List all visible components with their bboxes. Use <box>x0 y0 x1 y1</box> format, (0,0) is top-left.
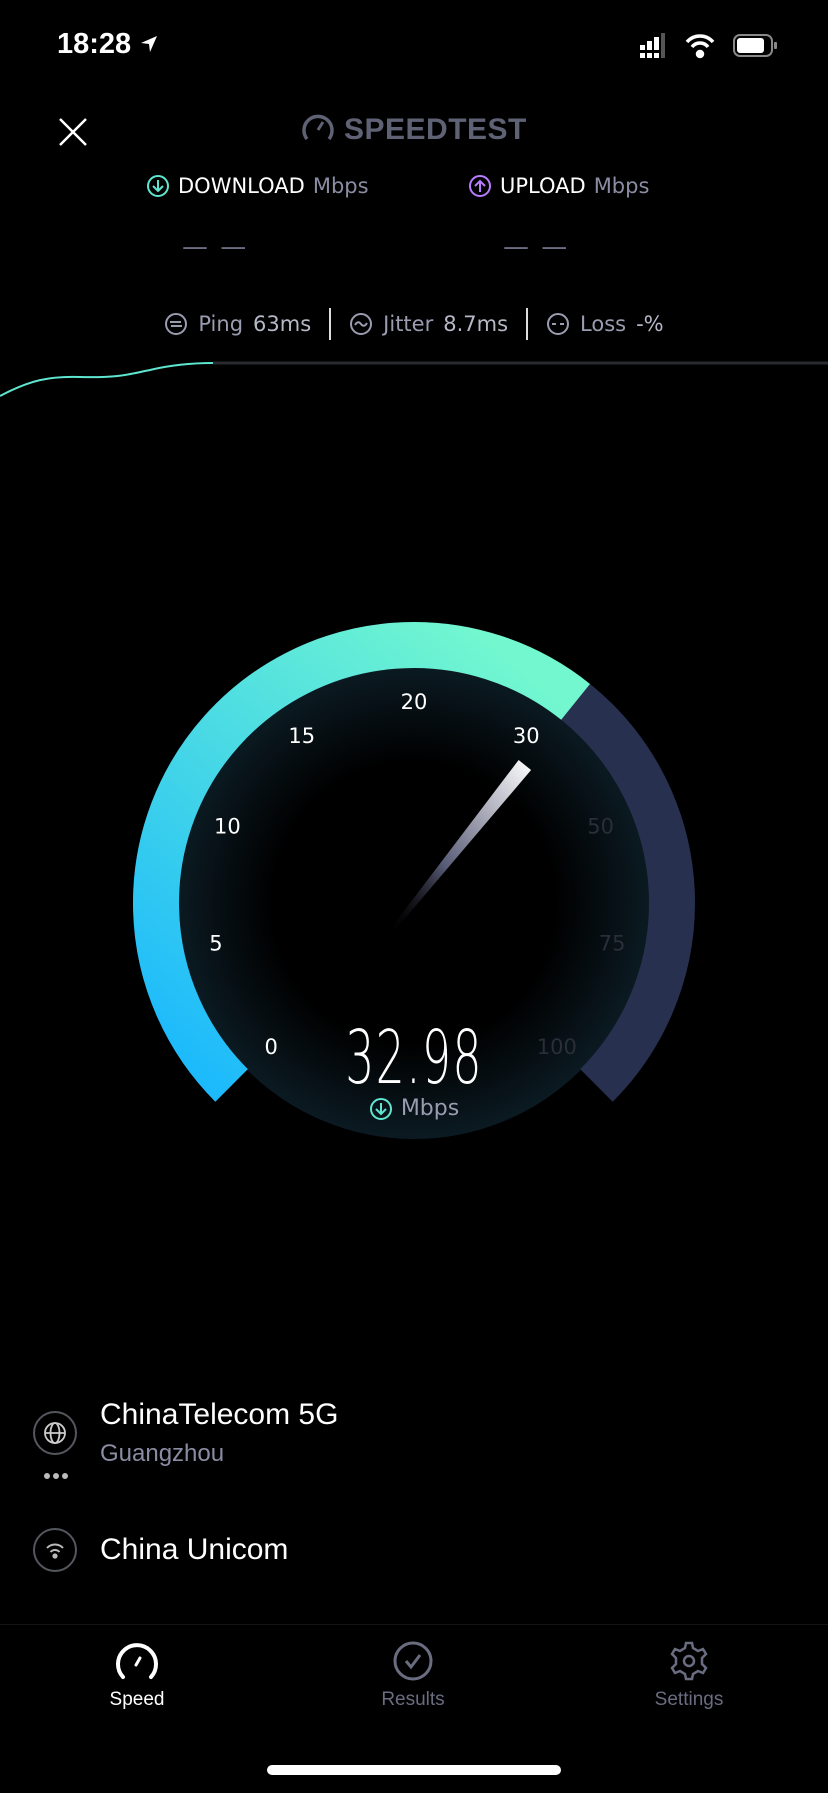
tab-settings[interactable]: Settings <box>609 1641 769 1711</box>
gauge-tick-label: 50 <box>587 815 614 839</box>
gauge-tick-label: 15 <box>288 724 315 748</box>
server-isp[interactable]: ChinaTelecom 5G <box>100 1398 338 1432</box>
speed-unit-text: Mbps <box>400 1096 460 1121</box>
more-icon[interactable] <box>43 1472 69 1480</box>
server-location[interactable]: Guangzhou <box>100 1440 224 1468</box>
tab-results-label: Results <box>381 1689 445 1710</box>
speedometer-icon <box>116 1643 158 1679</box>
speed-value: 32.98 <box>345 1015 483 1101</box>
server-button[interactable] <box>33 1411 77 1455</box>
tab-results[interactable]: Results <box>333 1641 493 1711</box>
globe-icon <box>44 1422 66 1444</box>
check-circle-icon <box>393 1641 433 1681</box>
download-icon <box>369 1097 392 1120</box>
gauge-tick-label: 75 <box>599 931 626 955</box>
gear-icon <box>670 1641 708 1681</box>
tab-speed[interactable]: Speed <box>57 1641 217 1711</box>
speed-unit: Mbps <box>0 1096 828 1121</box>
gauge-tick-label: 30 <box>513 724 540 748</box>
connection-icon-button <box>33 1528 77 1572</box>
gauge-tick-label: 20 <box>401 690 428 714</box>
gauge-tick-label: 5 <box>209 931 222 955</box>
wifi-icon <box>46 1543 64 1559</box>
tab-settings-label: Settings <box>654 1689 724 1710</box>
connection-provider: China Unicom <box>100 1533 289 1566</box>
tab-speed-label: Speed <box>109 1689 165 1710</box>
gauge-tick-label: 10 <box>214 815 241 839</box>
home-indicator[interactable] <box>267 1765 561 1775</box>
